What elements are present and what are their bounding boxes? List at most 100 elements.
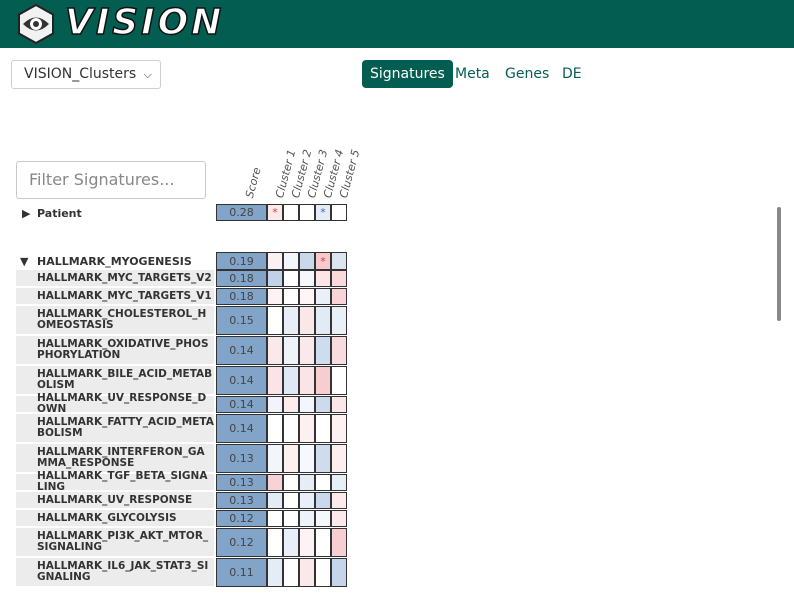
cluster-cell[interactable]: [267, 510, 283, 527]
tab-meta[interactable]: Meta: [455, 60, 490, 88]
cluster-cell[interactable]: [267, 366, 283, 395]
score-cell[interactable]: 0.14: [216, 366, 267, 395]
cluster-cell[interactable]: [283, 558, 299, 587]
cluster-cell[interactable]: [315, 366, 331, 395]
cluster-cell[interactable]: [267, 270, 283, 287]
cluster-cell[interactable]: [267, 306, 283, 335]
cluster-cell[interactable]: [283, 288, 299, 305]
cluster-cell[interactable]: [315, 558, 331, 587]
filter-signatures-input[interactable]: Filter Signatures...: [16, 161, 206, 199]
cluster-cell[interactable]: [299, 558, 315, 587]
cluster-cell[interactable]: [267, 528, 283, 557]
column-header-score[interactable]: Score: [243, 166, 264, 199]
cluster-cell[interactable]: [267, 444, 283, 473]
cluster-cell[interactable]: [299, 252, 315, 270]
cluster-cell[interactable]: [283, 252, 299, 270]
cluster-cell[interactable]: [315, 288, 331, 305]
cluster-cell[interactable]: [315, 336, 331, 365]
cluster-cell[interactable]: [315, 306, 331, 335]
score-cell[interactable]: 0.19: [216, 252, 267, 270]
cluster-cell[interactable]: [331, 306, 347, 335]
cluster-cell[interactable]: [283, 492, 299, 509]
cluster-cell[interactable]: [315, 528, 331, 557]
cluster-cell[interactable]: [299, 306, 315, 335]
score-cell[interactable]: 0.12: [216, 510, 267, 527]
signature-row-label[interactable]: HALLMARK_IL6_JAK_STAT3_SIGNALING: [16, 558, 214, 586]
score-cell[interactable]: 0.13: [216, 444, 267, 473]
cluster-cell[interactable]: [267, 252, 283, 270]
cluster-cell[interactable]: [299, 336, 315, 365]
cluster-cell[interactable]: [331, 288, 347, 305]
expand-triangle-icon[interactable]: ▶: [22, 207, 30, 220]
signature-row-label[interactable]: HALLMARK_MYC_TARGETS_V1: [16, 288, 214, 304]
group-label[interactable]: HALLMARK_MYOGENESIS: [37, 255, 192, 268]
score-cell[interactable]: 0.13: [216, 492, 267, 509]
cluster-cell[interactable]: [267, 558, 283, 587]
cluster-cell[interactable]: [315, 510, 331, 527]
cluster-cell[interactable]: [283, 204, 299, 221]
cluster-cell[interactable]: [331, 270, 347, 287]
cluster-cell[interactable]: [267, 396, 283, 413]
score-cell[interactable]: 0.12: [216, 528, 267, 557]
cluster-cell[interactable]: [331, 396, 347, 413]
cluster-cell[interactable]: *: [315, 204, 331, 221]
signature-row-label[interactable]: HALLMARK_UV_RESPONSE_DOWN: [16, 393, 214, 415]
cluster-cell[interactable]: [283, 444, 299, 473]
cluster-cell[interactable]: [267, 492, 283, 509]
signature-row-label[interactable]: HALLMARK_BILE_ACID_METABOLISM: [16, 366, 214, 394]
cluster-cell[interactable]: [315, 414, 331, 443]
signature-row-label[interactable]: HALLMARK_CHOLESTEROL_HOMEOSTASIS: [16, 306, 214, 334]
signature-row-label[interactable]: HALLMARK_INTERFERON_GAMMA_RESPONSE: [16, 444, 214, 472]
cluster-cell[interactable]: [331, 336, 347, 365]
cluster-cell[interactable]: [299, 270, 315, 287]
score-cell[interactable]: 0.13: [216, 474, 267, 491]
cluster-cell[interactable]: [299, 414, 315, 443]
cluster-cell[interactable]: [331, 204, 347, 221]
group-label[interactable]: Patient: [37, 207, 82, 220]
score-cell[interactable]: 0.14: [216, 396, 267, 413]
signature-row-label[interactable]: HALLMARK_GLYCOLYSIS: [16, 510, 214, 526]
tab-de[interactable]: DE: [562, 60, 582, 88]
signature-row-label[interactable]: HALLMARK_FATTY_ACID_METABOLISM: [16, 414, 214, 442]
signature-row-label[interactable]: HALLMARK_PI3K_AKT_MTOR_SIGNALING: [16, 528, 214, 556]
cluster-cell[interactable]: [331, 558, 347, 587]
cluster-cell[interactable]: [315, 444, 331, 473]
score-cell[interactable]: 0.14: [216, 414, 267, 443]
tab-genes[interactable]: Genes: [505, 60, 549, 88]
scrollbar[interactable]: [777, 207, 781, 321]
score-cell[interactable]: 0.28: [216, 204, 267, 221]
cluster-cell[interactable]: [299, 510, 315, 527]
cluster-cell[interactable]: [267, 288, 283, 305]
cluster-cell[interactable]: [299, 474, 315, 491]
cluster-cell[interactable]: [331, 492, 347, 509]
cluster-cell[interactable]: [315, 270, 331, 287]
cluster-cell[interactable]: [299, 366, 315, 395]
cluster-cell[interactable]: [331, 474, 347, 491]
cluster-cell[interactable]: [315, 492, 331, 509]
cluster-cell[interactable]: [299, 492, 315, 509]
cluster-cell[interactable]: [283, 414, 299, 443]
cluster-cell[interactable]: [283, 396, 299, 413]
signature-row-label[interactable]: HALLMARK_UV_RESPONSE: [16, 492, 214, 508]
cluster-cell[interactable]: [331, 510, 347, 527]
cluster-cell[interactable]: [267, 336, 283, 365]
cluster-cell[interactable]: [299, 528, 315, 557]
cluster-cell[interactable]: [331, 252, 347, 270]
cluster-cell[interactable]: [283, 336, 299, 365]
cluster-cell[interactable]: [315, 396, 331, 413]
signature-row-label[interactable]: HALLMARK_OXIDATIVE_PHOSPHORYLATION: [16, 336, 214, 364]
cluster-cell[interactable]: [283, 528, 299, 557]
cluster-cell[interactable]: [283, 270, 299, 287]
score-cell[interactable]: 0.11: [216, 558, 267, 587]
cluster-cell[interactable]: [331, 414, 347, 443]
cluster-cell[interactable]: [315, 474, 331, 491]
cluster-cell[interactable]: [267, 474, 283, 491]
cluster-cell[interactable]: [299, 396, 315, 413]
cluster-cell[interactable]: [331, 528, 347, 557]
cluster-cell[interactable]: [299, 204, 315, 221]
cluster-cell[interactable]: [283, 366, 299, 395]
tab-signatures[interactable]: Signatures: [362, 60, 453, 88]
score-cell[interactable]: 0.18: [216, 288, 267, 305]
cluster-cell[interactable]: *: [267, 204, 283, 221]
collapse-triangle-icon[interactable]: ▼: [20, 255, 28, 268]
